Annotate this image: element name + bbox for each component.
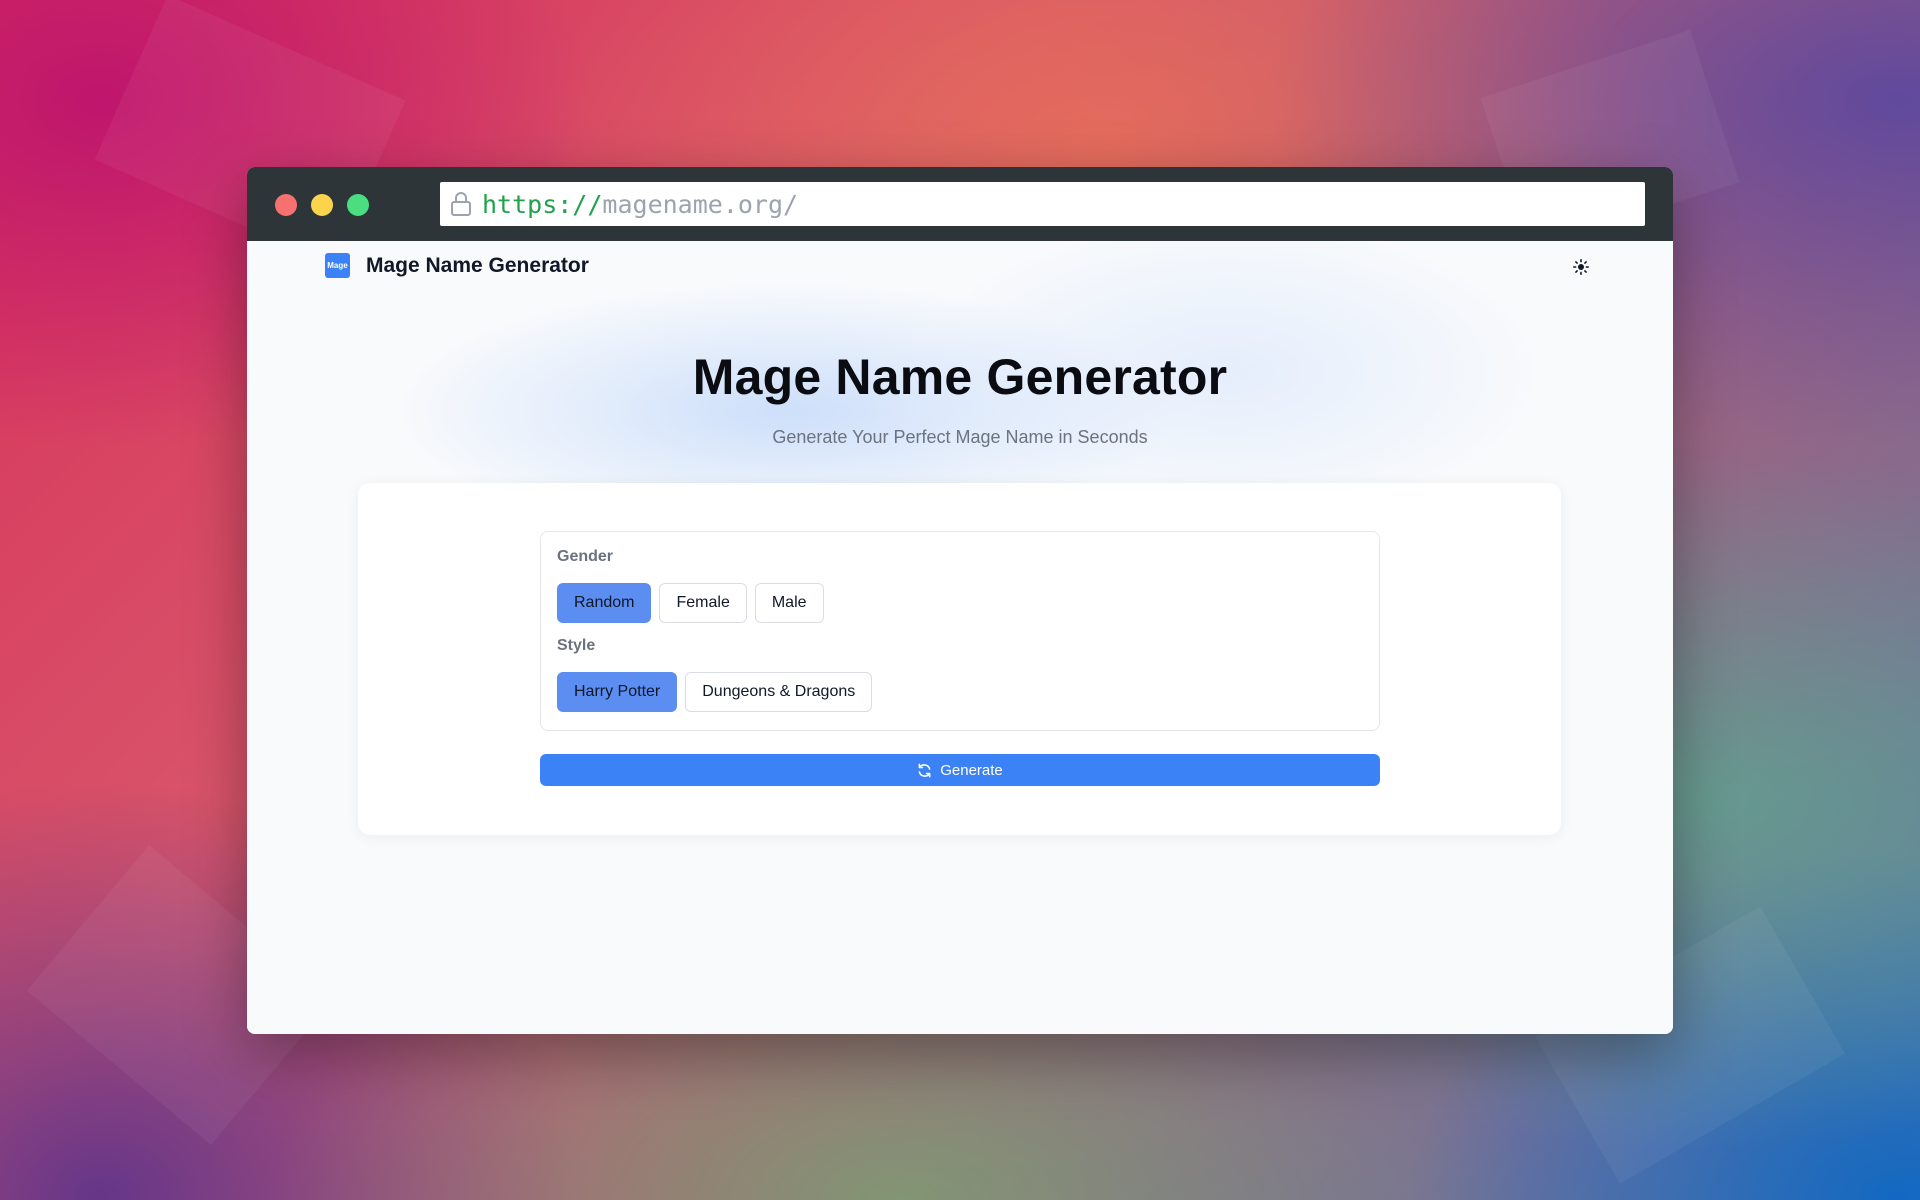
options-panel: Gender Random Female Male Style Harry Po… bbox=[540, 531, 1380, 731]
sun-icon bbox=[1573, 259, 1589, 275]
refresh-icon bbox=[918, 763, 931, 777]
generate-button[interactable]: Generate bbox=[540, 754, 1380, 786]
gender-options: Random Female Male bbox=[557, 583, 824, 623]
style-options: Harry Potter Dungeons & Dragons bbox=[557, 672, 873, 712]
url-host: magename.org/ bbox=[602, 189, 799, 219]
theme-toggle-button[interactable] bbox=[1569, 255, 1593, 279]
url-scheme: https:// bbox=[482, 189, 603, 219]
style-label: Style bbox=[557, 637, 596, 654]
gender-random-button[interactable]: Random bbox=[557, 583, 652, 623]
browser-titlebar: https://magename.org/ bbox=[247, 167, 1673, 241]
site-logo[interactable]: Mage bbox=[325, 253, 350, 278]
address-bar[interactable]: https://magename.org/ bbox=[440, 182, 1645, 226]
page-subtitle: Generate Your Perfect Mage Name in Secon… bbox=[772, 427, 1148, 447]
site-header: Mage Mage Name Generator bbox=[325, 253, 589, 278]
gender-female-button[interactable]: Female bbox=[659, 583, 747, 623]
style-dnd-button[interactable]: Dungeons & Dragons bbox=[685, 672, 873, 712]
generator-card: Gender Random Female Male Style Harry Po… bbox=[358, 483, 1561, 835]
site-brand[interactable]: Mage Name Generator bbox=[366, 254, 589, 278]
gender-male-button[interactable]: Male bbox=[754, 583, 824, 623]
page-title: Mage Name Generator bbox=[692, 349, 1228, 405]
page-content: Mage Mage Name Generator Mage Name Gener… bbox=[247, 241, 1673, 1034]
lock-icon bbox=[451, 192, 471, 216]
minimize-window-button[interactable] bbox=[311, 194, 333, 216]
generate-label: Generate bbox=[940, 761, 1003, 779]
maximize-window-button[interactable] bbox=[347, 194, 369, 216]
browser-window: https://magename.org/ Mage Mage Name Gen… bbox=[247, 167, 1673, 1034]
gender-label: Gender bbox=[557, 548, 614, 565]
style-harry-potter-button[interactable]: Harry Potter bbox=[557, 672, 678, 712]
close-window-button[interactable] bbox=[275, 194, 297, 216]
